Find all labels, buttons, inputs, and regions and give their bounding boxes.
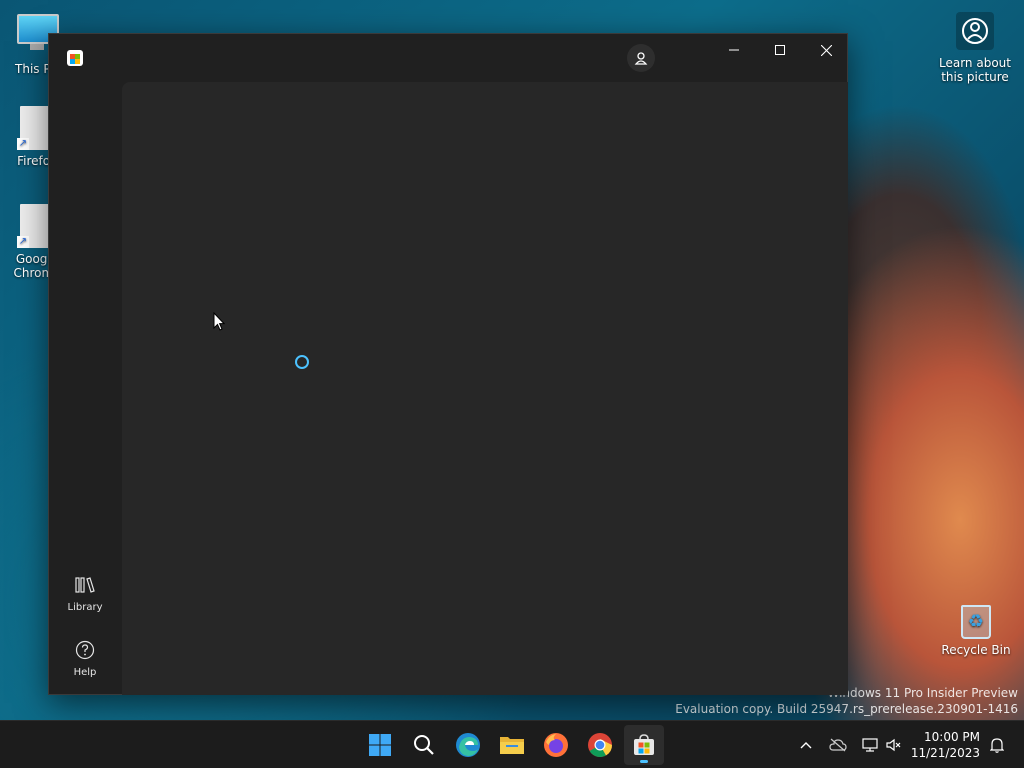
search-icon bbox=[414, 735, 434, 755]
profile-button[interactable] bbox=[627, 44, 655, 72]
taskbar-clock[interactable]: 10:00 PM 11/21/2023 bbox=[910, 729, 980, 761]
camera-icon bbox=[956, 12, 994, 50]
volume-tray-button[interactable] bbox=[884, 721, 904, 768]
store-icon bbox=[67, 50, 83, 66]
firefox-icon bbox=[544, 733, 568, 757]
minimize-icon bbox=[729, 49, 739, 51]
maximize-icon bbox=[775, 45, 785, 55]
microsoft-store-window: Library Help bbox=[48, 33, 848, 695]
file-explorer-taskbar-button[interactable] bbox=[492, 725, 532, 765]
onedrive-tray-button[interactable] bbox=[826, 721, 850, 768]
chrome-taskbar-button[interactable] bbox=[580, 725, 620, 765]
loading-spinner bbox=[295, 355, 309, 369]
store-icon bbox=[634, 734, 654, 755]
show-hidden-icons-button[interactable] bbox=[794, 721, 818, 768]
clock-date: 11/21/2023 bbox=[910, 746, 980, 760]
desktop-icon-recycle-bin[interactable]: ♻ Recycle Bin bbox=[940, 605, 1012, 657]
maximize-button[interactable] bbox=[757, 34, 803, 66]
content-pane bbox=[122, 82, 848, 695]
help-icon bbox=[49, 637, 121, 663]
firefox-taskbar-button[interactable] bbox=[536, 725, 576, 765]
network-icon bbox=[862, 738, 878, 752]
nav-help[interactable]: Help bbox=[49, 637, 121, 678]
clock-time: 10:00 PM bbox=[924, 730, 980, 744]
library-icon bbox=[49, 572, 121, 598]
chevron-up-icon bbox=[800, 742, 812, 749]
cloud-off-icon bbox=[829, 738, 847, 752]
folder-icon bbox=[500, 737, 524, 754]
desktop-icon-label: Recycle Bin bbox=[941, 643, 1011, 657]
edge-taskbar-button[interactable] bbox=[448, 725, 488, 765]
notifications-button[interactable] bbox=[986, 721, 1008, 768]
speaker-muted-icon bbox=[886, 738, 901, 752]
search-button[interactable] bbox=[404, 725, 444, 765]
windows-logo-icon bbox=[369, 734, 391, 756]
minimize-button[interactable] bbox=[711, 34, 757, 66]
network-tray-button[interactable] bbox=[860, 721, 880, 768]
title-bar[interactable] bbox=[49, 34, 847, 82]
person-icon bbox=[634, 52, 648, 65]
nav-help-label: Help bbox=[73, 667, 97, 678]
active-app-indicator bbox=[640, 760, 648, 763]
mouse-pointer-icon bbox=[213, 312, 225, 331]
microsoft-store-taskbar-button[interactable] bbox=[624, 725, 664, 765]
taskbar: 10:00 PM 11/21/2023 bbox=[0, 720, 1024, 768]
recycle-bin-icon: ♻ bbox=[961, 605, 991, 639]
nav-library-label: Library bbox=[67, 602, 103, 613]
watermark-line-2: Evaluation copy. Build 25947.rs_prerelea… bbox=[675, 702, 1018, 716]
nav-library[interactable]: Library bbox=[49, 572, 121, 613]
chrome-icon bbox=[588, 733, 612, 758]
learn-about-picture-label: Learn about this picture bbox=[939, 56, 1011, 84]
start-button[interactable] bbox=[360, 725, 400, 765]
close-button[interactable] bbox=[803, 34, 849, 66]
learn-about-picture[interactable]: Learn about this picture bbox=[930, 12, 1020, 84]
close-icon bbox=[820, 44, 832, 56]
edge-icon bbox=[456, 733, 480, 757]
bell-icon bbox=[990, 738, 1004, 753]
